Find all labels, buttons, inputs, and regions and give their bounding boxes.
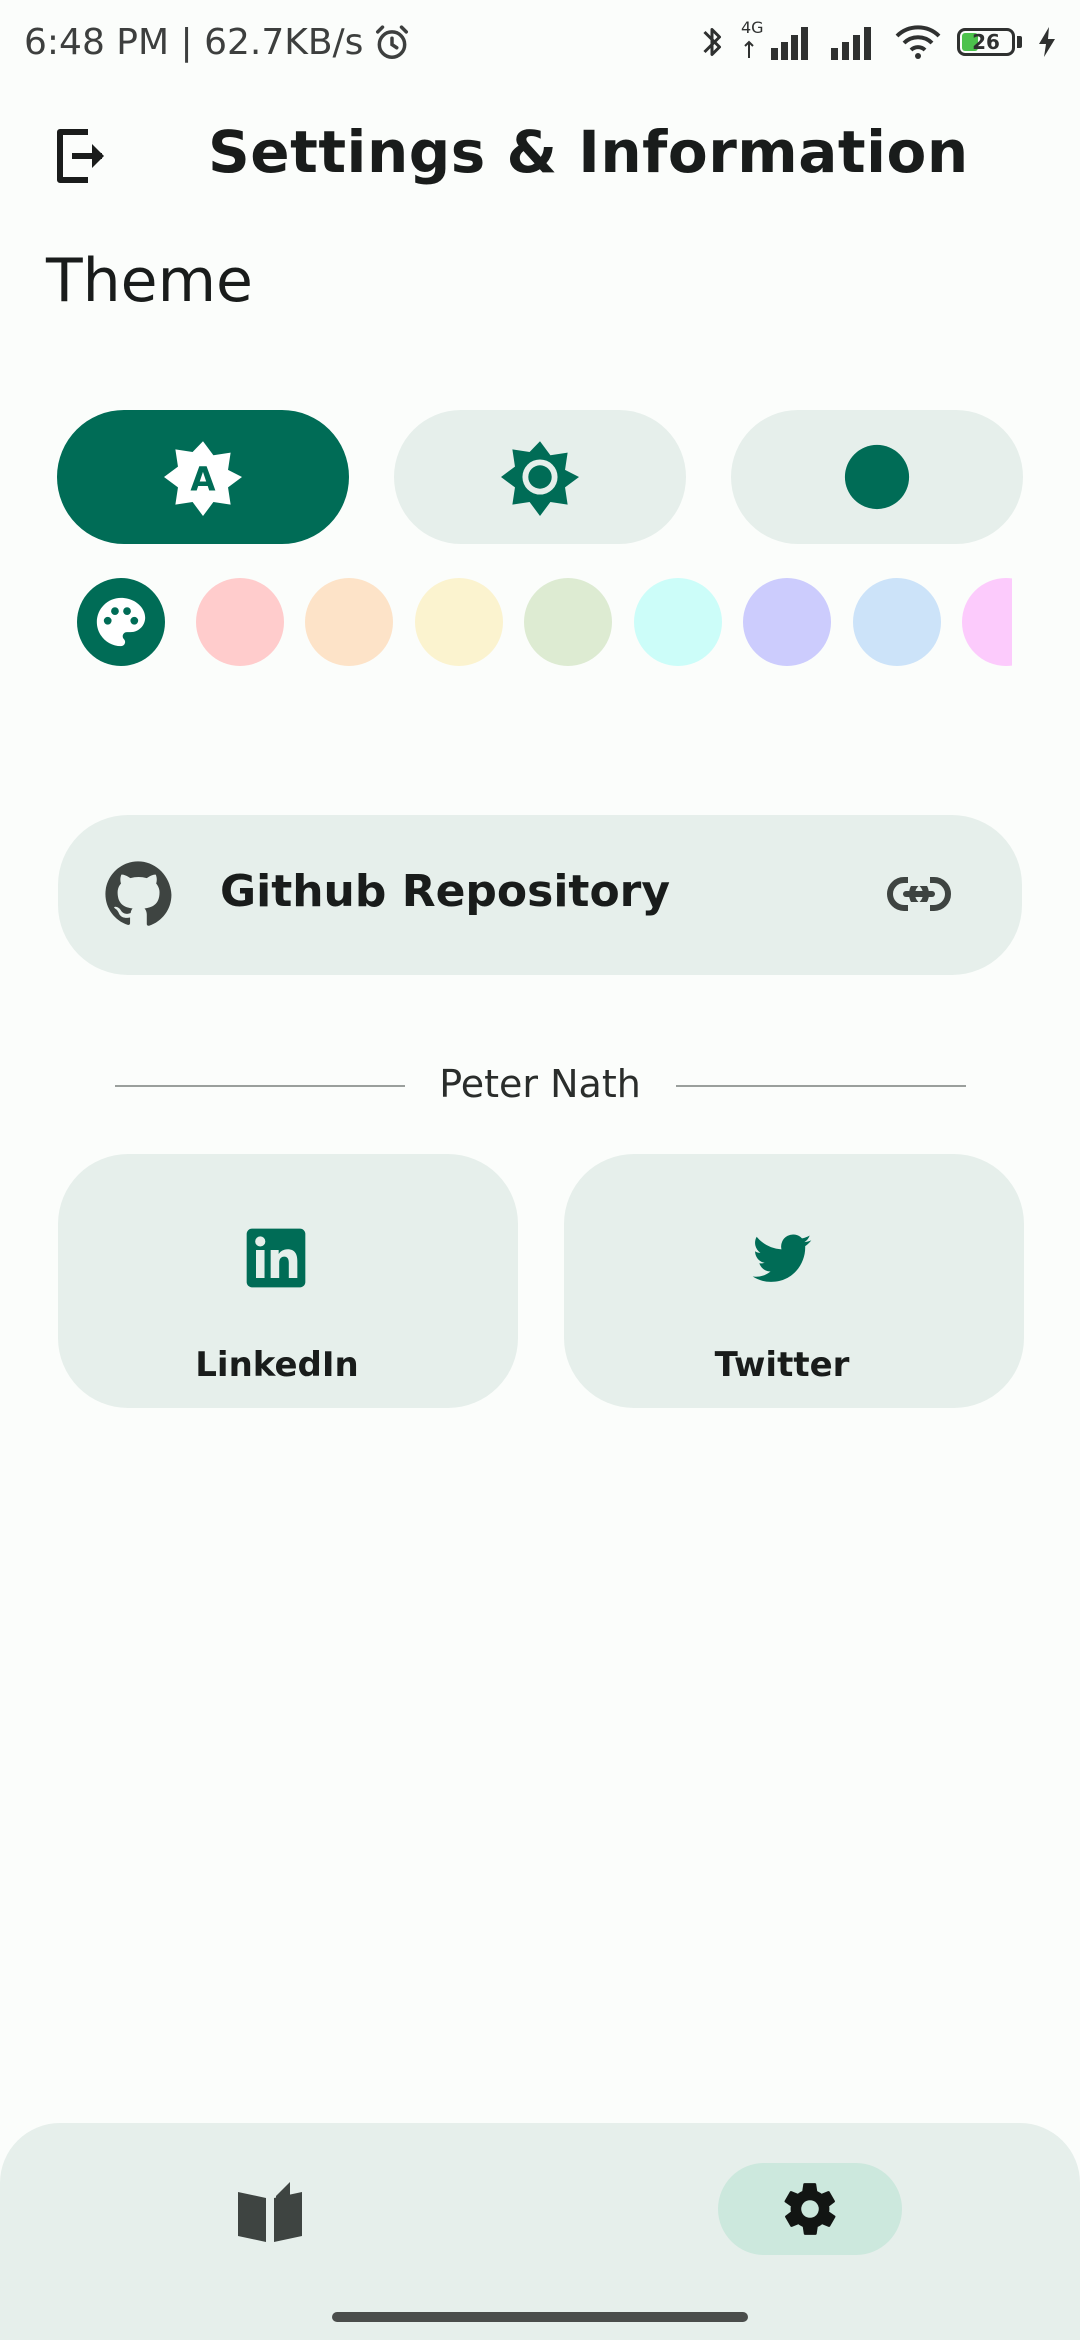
status-bar-left: 6:48 PM | 62.7KB/s xyxy=(24,22,411,63)
home-indicator[interactable] xyxy=(332,2312,748,2322)
logout-icon[interactable] xyxy=(50,124,114,188)
color-swatch[interactable] xyxy=(743,578,831,666)
color-swatch[interactable] xyxy=(415,578,503,666)
battery-level: 26 xyxy=(972,30,1000,54)
custom-color-button[interactable] xyxy=(77,578,165,666)
bluetooth-icon xyxy=(703,28,721,56)
brightness-auto-icon: A xyxy=(164,441,242,516)
wifi-icon xyxy=(895,25,941,59)
dark-mode-icon xyxy=(844,444,910,510)
palette-icon xyxy=(96,597,146,647)
linkedin-icon xyxy=(246,1228,306,1288)
status-bar-right: 4G 26 xyxy=(697,18,1058,62)
nav-settings-button[interactable] xyxy=(718,2163,902,2255)
color-swatch[interactable] xyxy=(962,578,1012,666)
cell-signal-icon xyxy=(744,27,808,60)
page-title: Settings & Information xyxy=(208,118,969,186)
author-divider: Peter Nath xyxy=(0,1062,1080,1106)
battery-cap xyxy=(1017,36,1022,48)
bottom-navigation xyxy=(0,2123,1080,2340)
color-swatch[interactable] xyxy=(196,578,284,666)
theme-heading: Theme xyxy=(46,246,253,316)
book-icon[interactable] xyxy=(232,2180,308,2244)
status-time-speed: 6:48 PM | 62.7KB/s xyxy=(24,22,364,63)
theme-mode-dark-button[interactable] xyxy=(731,410,1023,544)
cell-signal-2-icon xyxy=(831,27,871,60)
linkedin-label: LinkedIn xyxy=(195,1345,359,1385)
twitter-label: Twitter xyxy=(714,1345,850,1385)
github-icon xyxy=(105,861,172,926)
signal-4g: 4G xyxy=(741,18,815,62)
alarm-icon xyxy=(376,24,409,59)
theme-mode-light-button[interactable] xyxy=(394,410,686,544)
twitter-icon xyxy=(752,1234,812,1282)
color-swatch[interactable] xyxy=(524,578,612,666)
author-name: Peter Nath xyxy=(411,1062,669,1106)
battery-indicator: 26 xyxy=(957,28,1015,56)
charging-icon xyxy=(1039,27,1055,57)
color-swatch[interactable] xyxy=(634,578,722,666)
gear-icon xyxy=(784,2183,836,2235)
link-icon xyxy=(887,876,951,912)
github-repository-label: Github Repository xyxy=(220,866,671,917)
theme-mode-auto-button[interactable]: A xyxy=(57,410,349,544)
light-mode-icon xyxy=(501,441,579,516)
color-swatch[interactable] xyxy=(305,578,393,666)
color-swatch[interactable] xyxy=(853,578,941,666)
color-swatch-row xyxy=(0,578,1012,666)
svg-text:A: A xyxy=(190,461,215,499)
